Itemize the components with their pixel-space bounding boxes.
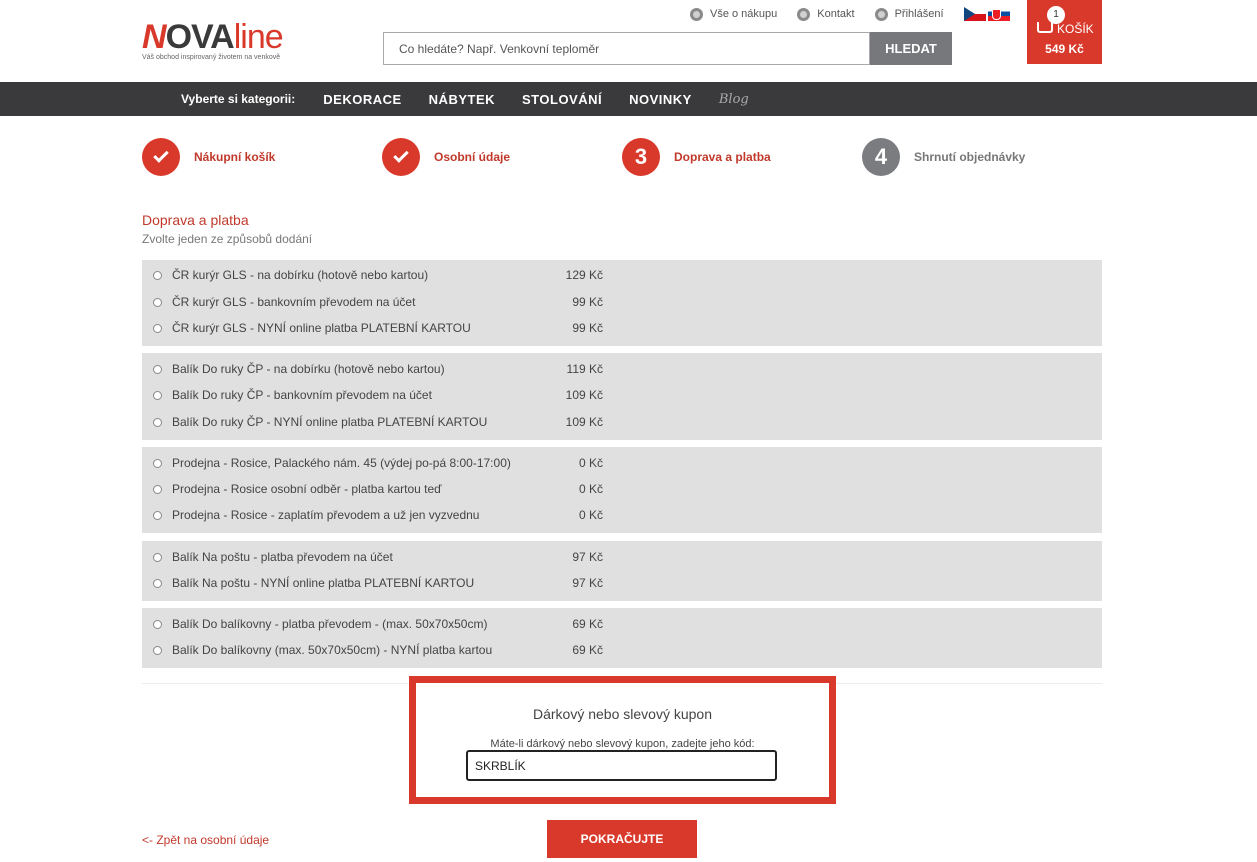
section-subtitle: Zvolte jeden ze způsobů dodání xyxy=(142,232,313,246)
logo-slogan: Váš obchod inspirovaný životem na venkov… xyxy=(142,54,281,61)
shipping-option[interactable]: Balík Do balíkovny - platba převodem - (… xyxy=(142,611,1102,637)
shipping-option[interactable]: Balík Do balíkovny (max. 50x70x50cm) - N… xyxy=(142,637,1102,663)
logo-n: N xyxy=(142,18,167,56)
step-label: Osobní údaje xyxy=(434,150,511,164)
step-label: Shrnutí objednávky xyxy=(914,150,1026,164)
search-input[interactable] xyxy=(383,32,870,65)
shipping-option[interactable]: Balík Do ruky ČP - na dobírku (hotově ne… xyxy=(142,356,1102,382)
shipping-option[interactable]: Prodejna - Rosice osobní odběr - platba … xyxy=(142,476,1102,502)
shipping-option[interactable]: Balík Do ruky ČP - NYNÍ online platba PL… xyxy=(142,409,1102,435)
shipping-option[interactable]: ČR kurýr GLS - na dobírku (hotově nebo k… xyxy=(142,262,1102,288)
slovak-flag-icon[interactable] xyxy=(987,7,1010,21)
nav-item-blog[interactable]: Blog xyxy=(719,92,749,107)
coupon-title: Dárkový nebo slevový kupon xyxy=(533,706,712,722)
step-summary: 4 Shrnutí objednávky xyxy=(862,138,1025,176)
check-icon xyxy=(382,138,420,176)
cart-label: KOŠÍK xyxy=(1057,22,1094,36)
shipping-option[interactable]: Balík Na poštu - NYNÍ online platba PLAT… xyxy=(142,570,1102,596)
contact-icon xyxy=(797,7,811,21)
shipping-group-store: Prodejna - Rosice, Palackého nám. 45 (vý… xyxy=(142,447,1102,533)
header: NOVAline Váš obchod inspirovaný životem … xyxy=(0,0,1257,82)
radio-button[interactable] xyxy=(153,578,162,588)
coupon-description: Máte-li dárkový nebo slevový kupon, zade… xyxy=(490,738,755,750)
step-personal[interactable]: Osobní údaje xyxy=(382,138,510,176)
category-nav: Vyberte si kategorii: DEKORACE NÁBYTEK S… xyxy=(0,82,1257,116)
shipping-option[interactable]: ČR kurýr GLS - bankovním převodem na úče… xyxy=(142,289,1102,315)
section-title: Doprava a platba xyxy=(142,212,249,228)
nav-item-dekorace[interactable]: DEKORACE xyxy=(323,92,401,107)
radio-button[interactable] xyxy=(153,645,162,655)
radio-button[interactable] xyxy=(153,619,162,629)
step-cart[interactable]: Nákupní košík xyxy=(142,138,275,176)
shipping-option[interactable]: ČR kurýr GLS - NYNÍ online platba PLATEB… xyxy=(142,315,1102,341)
shipping-option[interactable]: Prodejna - Rosice, Palackého nám. 45 (vý… xyxy=(142,450,1102,476)
shipping-group-cp: Balík Do ruky ČP - na dobírku (hotově ne… xyxy=(142,353,1102,440)
coupon-box: Dárkový nebo slevový kupon Máte-li dárko… xyxy=(409,676,836,804)
top-link-login[interactable]: Přihlášení xyxy=(874,7,944,21)
top-links: Vše o nákupu Kontakt Přihlášení xyxy=(690,7,1012,21)
nav-item-stolovani[interactable]: STOLOVÁNÍ xyxy=(522,92,602,107)
radio-button[interactable] xyxy=(153,364,162,374)
radio-button[interactable] xyxy=(153,458,162,468)
radio-button[interactable] xyxy=(153,417,162,427)
radio-button[interactable] xyxy=(153,323,162,333)
shipping-option[interactable]: Balík Na poštu - platba převodem na účet… xyxy=(142,544,1102,570)
user-icon xyxy=(874,7,888,21)
shipping-option[interactable]: Prodejna - Rosice - zaplatím převodem a … xyxy=(142,502,1102,528)
nav-label: Vyberte si kategorii: xyxy=(181,92,296,106)
nav-item-novinky[interactable]: NOVINKY xyxy=(629,92,692,107)
shipping-option[interactable]: Balík Do ruky ČP - bankovním převodem na… xyxy=(142,382,1102,408)
radio-button[interactable] xyxy=(153,390,162,400)
radio-button[interactable] xyxy=(153,297,162,307)
cart-button[interactable]: 1 KOŠÍK 549 Kč xyxy=(1027,0,1102,64)
logo-ova: OVA xyxy=(165,18,235,56)
continue-button[interactable]: POKRAČUJTE xyxy=(547,820,697,858)
checkout-steps: Nákupní košík Osobní údaje 3 Doprava a p… xyxy=(142,138,1102,178)
shipping-group-balikovna: Balík Do balíkovny - platba převodem - (… xyxy=(142,608,1102,668)
radio-button[interactable] xyxy=(153,510,162,520)
radio-button[interactable] xyxy=(153,484,162,494)
step-number: 3 xyxy=(622,138,660,176)
search-button[interactable]: HLEDAT xyxy=(870,32,952,65)
logo[interactable]: NOVAline Váš obchod inspirovaný životem … xyxy=(142,18,302,70)
top-link-about-shopping[interactable]: Vše o nákupu xyxy=(690,7,777,21)
basket-icon xyxy=(1037,22,1053,33)
cart-price: 549 Kč xyxy=(1045,42,1084,56)
step-label: Nákupní košík xyxy=(194,150,276,164)
search-bar: HLEDAT xyxy=(383,32,952,65)
coupon-input[interactable] xyxy=(466,750,777,781)
info-icon xyxy=(690,7,703,21)
top-link-contact[interactable]: Kontakt xyxy=(797,7,855,21)
check-icon xyxy=(142,138,180,176)
radio-button[interactable] xyxy=(153,270,162,280)
step-number: 4 xyxy=(862,138,900,176)
logo-line: line xyxy=(233,18,284,56)
czech-flag-icon[interactable] xyxy=(963,7,986,21)
nav-item-nabytek[interactable]: NÁBYTEK xyxy=(429,92,495,107)
step-label: Doprava a platba xyxy=(674,150,771,164)
back-link[interactable]: <- Zpět na osobní údaje xyxy=(142,833,269,847)
radio-button[interactable] xyxy=(153,552,162,562)
step-shipping: 3 Doprava a platba xyxy=(622,138,771,176)
shipping-group-post: Balík Na poštu - platba převodem na účet… xyxy=(142,541,1102,601)
shipping-group-gls: ČR kurýr GLS - na dobírku (hotově nebo k… xyxy=(142,260,1102,346)
